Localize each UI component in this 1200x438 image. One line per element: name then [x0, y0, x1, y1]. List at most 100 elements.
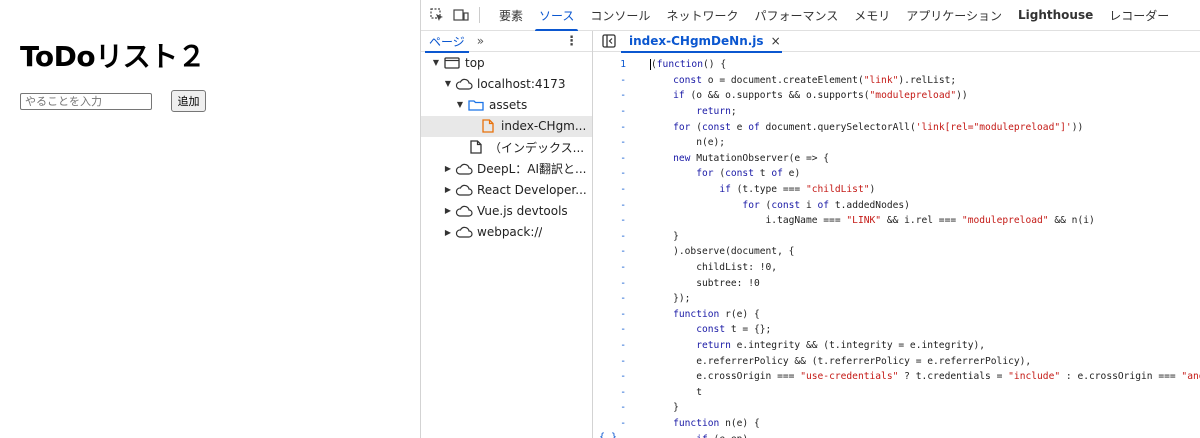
line-number[interactable]: - — [593, 137, 628, 148]
tree-item[interactable]: index-CHgm... — [421, 115, 592, 137]
code-text: e.referrerPolicy && (t.referrerPolicy = … — [650, 355, 1032, 367]
tree-item[interactable]: ▼ top — [421, 52, 592, 73]
code-area[interactable]: 1 (function() { - const o = document.creat… — [593, 57, 1200, 438]
code-line[interactable]: - return; — [593, 104, 1200, 120]
tab-sources[interactable]: ソース — [531, 0, 582, 31]
line-number[interactable]: - — [593, 168, 628, 179]
tree-item[interactable]: （インデックス... — [421, 137, 592, 158]
code-line[interactable]: - n(e); — [593, 135, 1200, 151]
tab-network[interactable]: ネットワーク — [658, 0, 746, 31]
code-text: if (e.ep) — [650, 434, 748, 438]
code-line[interactable]: - ).observe(document, { — [593, 244, 1200, 260]
code-line[interactable]: - e.referrerPolicy && (t.referrerPolicy … — [593, 353, 1200, 369]
code-line[interactable]: - const t = {}; — [593, 322, 1200, 338]
add-button[interactable]: 追加 — [171, 90, 206, 112]
collapsed-arrow-icon[interactable]: ▶ — [443, 206, 453, 215]
code-line[interactable]: - } — [593, 400, 1200, 416]
line-number[interactable]: - — [593, 418, 628, 429]
line-number[interactable]: - — [593, 153, 628, 164]
line-number[interactable]: - — [593, 215, 628, 226]
device-toolbar-icon[interactable] — [452, 6, 470, 24]
code-text: if (o && o.supports && o.supports("modul… — [673, 90, 968, 102]
tree-item[interactable]: ▶ Vue.js devtools — [421, 200, 592, 221]
cloud-icon — [455, 183, 473, 197]
line-number[interactable]: - — [593, 387, 628, 398]
line-number[interactable]: - — [593, 402, 628, 413]
code-text: const t = {}; — [696, 324, 772, 336]
line-number[interactable]: - — [593, 371, 628, 382]
code-text: if (t.type === "childList") — [719, 184, 876, 196]
code-line[interactable]: - e.crossOrigin === "use-credentials" ? … — [593, 369, 1200, 385]
line-number[interactable]: - — [593, 324, 628, 335]
line-number[interactable]: - — [593, 293, 628, 304]
code-line[interactable]: - const o = document.createElement("link… — [593, 73, 1200, 89]
tree-item[interactable]: ▶ DeepL：AI翻訳と... — [421, 158, 592, 179]
pretty-print-button[interactable]: { } — [599, 432, 617, 438]
code-line[interactable]: 1 (function() { — [593, 57, 1200, 73]
collapsed-arrow-icon[interactable]: ▶ — [443, 185, 453, 194]
line-number[interactable]: - — [593, 75, 628, 86]
line-number[interactable]: - — [593, 90, 628, 101]
code-line[interactable]: - t — [593, 384, 1200, 400]
code-line[interactable]: - childList: !0, — [593, 260, 1200, 276]
line-number[interactable]: - — [593, 122, 628, 133]
more-tabs-button[interactable]: » — [477, 34, 484, 48]
toggle-navigator-icon[interactable] — [599, 34, 619, 48]
tree-item-label: （インデックス... — [489, 140, 585, 155]
tree-item[interactable]: ▼ localhost:4173 — [421, 73, 592, 94]
tab-elements[interactable]: 要素 — [491, 0, 531, 31]
line-number[interactable]: - — [593, 246, 628, 257]
code-text: for (const e of document.querySelectorAl… — [673, 121, 1084, 133]
line-number[interactable]: - — [593, 262, 628, 273]
expanded-arrow-icon[interactable]: ▼ — [443, 79, 453, 88]
tab-recorder[interactable]: レコーダー — [1101, 0, 1177, 31]
collapsed-arrow-icon[interactable]: ▶ — [443, 164, 453, 173]
code-line[interactable]: - if (o && o.supports && o.supports("mod… — [593, 88, 1200, 104]
code-line[interactable]: - } — [593, 229, 1200, 245]
tree-item[interactable]: ▶ React Developer... — [421, 179, 592, 200]
code-line[interactable]: - for (const i of t.addedNodes) — [593, 197, 1200, 213]
expanded-arrow-icon[interactable]: ▼ — [455, 100, 465, 109]
code-line[interactable]: - function n(e) { — [593, 416, 1200, 432]
file-tree: ▼ top ▼ localhost:4173 ▼ assets index-CHgm... （… — [421, 52, 592, 243]
line-number[interactable]: - — [593, 200, 628, 211]
code-line[interactable]: - return e.integrity && (t.integrity = e… — [593, 338, 1200, 354]
tab-application[interactable]: アプリケーション — [898, 0, 1010, 31]
todo-input[interactable] — [20, 93, 152, 110]
kebab-menu-icon[interactable]: ⋮ — [565, 34, 578, 49]
code-text: function n(e) { — [673, 417, 760, 429]
line-number[interactable]: - — [593, 309, 628, 320]
close-icon[interactable]: × — [771, 34, 781, 48]
code-text: return; — [696, 106, 737, 118]
tree-item[interactable]: ▶ webpack:// — [421, 222, 592, 243]
page-title: ToDoリスト２ — [20, 40, 206, 73]
tab-page[interactable]: ページ — [421, 31, 473, 53]
tab-lighthouse[interactable]: Lighthouse — [1010, 0, 1101, 31]
line-number[interactable]: - — [593, 231, 628, 242]
expanded-arrow-icon[interactable]: ▼ — [431, 58, 441, 67]
line-number[interactable]: - — [593, 278, 628, 289]
code-line[interactable]: - if (t.type === "childList") — [593, 182, 1200, 198]
code-line[interactable]: - if (e.ep) — [593, 431, 1200, 438]
code-line[interactable]: - new MutationObserver(e => { — [593, 151, 1200, 167]
line-number[interactable]: - — [593, 356, 628, 367]
line-number[interactable]: - — [593, 106, 628, 117]
code-line[interactable]: - function r(e) { — [593, 307, 1200, 323]
tab-console[interactable]: コンソール — [582, 0, 658, 31]
line-number[interactable]: 1 — [593, 59, 628, 70]
line-number[interactable]: - — [593, 340, 628, 351]
inspect-element-icon[interactable] — [428, 6, 446, 24]
tab-performance[interactable]: パフォーマンス — [746, 0, 846, 31]
file-tab[interactable]: index-CHgmDeNn.js — [621, 31, 782, 53]
code-line[interactable]: - }); — [593, 291, 1200, 307]
collapsed-arrow-icon[interactable]: ▶ — [443, 228, 453, 237]
tree-item[interactable]: ▼ assets — [421, 94, 592, 115]
code-line[interactable]: - for (const t of e) — [593, 166, 1200, 182]
code-line[interactable]: - subtree: !0 — [593, 275, 1200, 291]
code-line[interactable]: - i.tagName === "LINK" && i.rel === "mod… — [593, 213, 1200, 229]
line-number[interactable]: - — [593, 184, 628, 195]
code-line[interactable]: - for (const e of document.querySelector… — [593, 119, 1200, 135]
code-text: (function() { — [650, 59, 727, 71]
tab-memory[interactable]: メモリ — [846, 0, 898, 31]
frame-icon — [443, 56, 461, 70]
